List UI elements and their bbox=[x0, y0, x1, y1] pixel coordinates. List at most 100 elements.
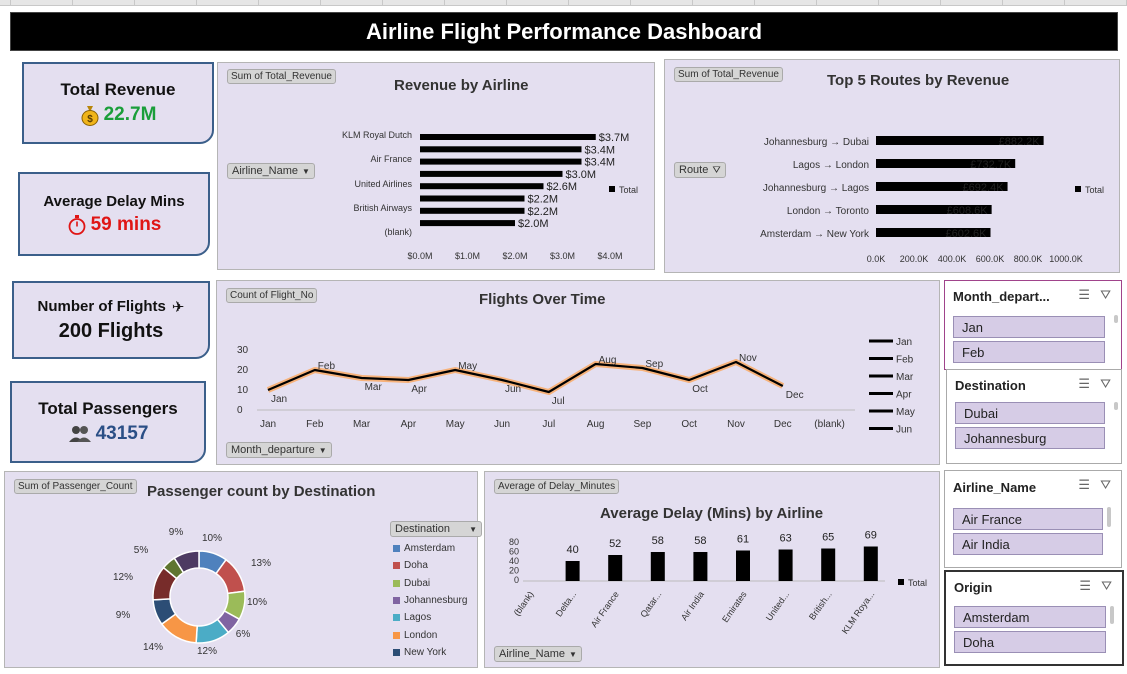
x-tick-label: $4.0M bbox=[597, 251, 622, 261]
bar bbox=[420, 158, 582, 165]
x-tick-label: Jan bbox=[260, 419, 276, 430]
dropdown-arrow-icon[interactable]: ▼ bbox=[469, 525, 477, 534]
x-tick-label: 600.0K bbox=[976, 254, 1005, 264]
slicer-item[interactable]: Johannesburg bbox=[955, 427, 1105, 449]
destination-filter-dropdown[interactable]: Destination ▼ bbox=[390, 521, 482, 537]
scrollbar[interactable] bbox=[1114, 315, 1118, 323]
donut-chart: 10% 13% 10% 6% 12% 14% 9% 12% 5% 9% bbox=[113, 527, 271, 657]
x-tick-label: Air France bbox=[589, 589, 621, 629]
revenue-by-airline-chart[interactable]: Sum of Total_Revenue Revenue by Airline … bbox=[217, 62, 655, 270]
kpi-value: 22.7M bbox=[103, 104, 157, 125]
multi-select-icon[interactable]: ☰ bbox=[1078, 376, 1090, 392]
route-bars: £882.2K Johannesburg → Dubai £732.7K Lagos … bbox=[760, 136, 1104, 264]
x-tick-label: $3.0M bbox=[550, 251, 575, 261]
y-tick-label: Air France bbox=[370, 154, 412, 164]
bar-label: 58 bbox=[694, 535, 706, 547]
slicer-origin[interactable]: Origin ☰ ⛛ Amsterdam Doha bbox=[944, 570, 1124, 666]
data-label: Jul bbox=[552, 396, 565, 407]
scrollbar[interactable] bbox=[1110, 606, 1114, 624]
data-label: Aug bbox=[599, 355, 617, 366]
slicer-destination[interactable]: Destination ☰ ⛛ Dubai Johannesburg bbox=[946, 369, 1122, 464]
bar bbox=[420, 195, 525, 202]
ruler-divider bbox=[754, 0, 755, 6]
x-tick-label: $1.0M bbox=[455, 251, 480, 261]
y-tick-label: Johannesburg → Dubai bbox=[764, 137, 869, 148]
legend-label: Jan bbox=[896, 337, 912, 348]
multi-select-icon[interactable]: ☰ bbox=[1078, 287, 1090, 303]
slicer-month[interactable]: Month_depart... ☰ ⛛ Jan Feb bbox=[944, 280, 1122, 370]
kpi-label: Number of Flights bbox=[37, 298, 166, 315]
slice-label: 10% bbox=[247, 597, 267, 608]
legend-label: Dubai bbox=[404, 577, 431, 589]
multi-select-icon[interactable]: ☰ bbox=[1078, 477, 1090, 493]
top-routes-chart[interactable]: Sum of Total_Revenue Top 5 Routes by Rev… bbox=[664, 59, 1120, 273]
y-tick-label: 30 bbox=[237, 345, 249, 356]
y-tick-label: (blank) bbox=[384, 227, 412, 237]
legend-item: Johannesburg bbox=[393, 595, 467, 606]
bar-label: £692.4K bbox=[963, 182, 1005, 194]
slicer-item[interactable]: Doha bbox=[954, 631, 1106, 653]
bar-label: £602.6K bbox=[946, 228, 988, 240]
x-tick-label: Dec bbox=[774, 419, 792, 430]
bar-label: $2.2M bbox=[528, 206, 559, 218]
bar-label: $3.4M bbox=[585, 157, 616, 169]
clear-filter-icon[interactable]: ⛛ bbox=[1100, 287, 1111, 303]
y-tick-label: 0 bbox=[514, 575, 519, 585]
y-tick-label: Lagos → London bbox=[793, 160, 869, 171]
average-delay-chart[interactable]: Average of Delay_Minutes Average Delay (… bbox=[484, 471, 940, 668]
multi-select-icon[interactable]: ☰ bbox=[1079, 578, 1091, 594]
bar-label: 69 bbox=[865, 530, 877, 542]
slicer-airline[interactable]: Airline_Name ☰ ⛛ Air France Air India bbox=[944, 470, 1122, 568]
y-tick-label: United Airlines bbox=[354, 179, 412, 189]
clear-filter-icon[interactable]: ⛛ bbox=[1100, 376, 1111, 392]
bar-label: $2.0M bbox=[518, 218, 549, 230]
scrollbar[interactable] bbox=[1107, 507, 1111, 527]
kpi-average-delay: Average Delay Mins 59 mins bbox=[18, 172, 210, 256]
slicer-header: Month_depart... bbox=[953, 289, 1050, 304]
slicer-item[interactable]: Air France bbox=[953, 508, 1103, 530]
y-tick-label: 10 bbox=[237, 385, 249, 396]
x-tick-label: Delta... bbox=[554, 589, 579, 618]
passenger-by-destination-chart[interactable]: Sum of Passenger_Count Passenger count b… bbox=[4, 471, 482, 668]
slice-label: 10% bbox=[202, 533, 222, 544]
legend-item: Dubai bbox=[393, 578, 430, 589]
scrollbar[interactable] bbox=[1114, 402, 1118, 410]
legend-item: New York bbox=[393, 647, 446, 658]
slice-label: 12% bbox=[113, 572, 133, 583]
ruler-divider bbox=[1064, 0, 1065, 6]
legend-label: Total bbox=[619, 185, 638, 195]
data-label: Jan bbox=[271, 394, 287, 405]
slicer-item[interactable]: Dubai bbox=[955, 402, 1105, 424]
slicer-item[interactable]: Feb bbox=[953, 341, 1105, 363]
data-label: Nov bbox=[739, 353, 757, 364]
legend-item: Doha bbox=[393, 560, 428, 571]
legend-label: Apr bbox=[896, 390, 912, 401]
slicer-item[interactable]: Amsterdam bbox=[954, 606, 1106, 628]
slicer-item[interactable]: Air India bbox=[953, 533, 1103, 555]
clear-filter-icon[interactable]: ⛛ bbox=[1101, 578, 1112, 594]
bar-label: £732.7K bbox=[970, 159, 1012, 171]
ruler-divider bbox=[320, 0, 321, 6]
legend-label: Total bbox=[908, 578, 927, 588]
slice-label: 14% bbox=[143, 642, 163, 653]
data-label: Dec bbox=[786, 390, 804, 401]
x-tick-label: KLM Roya... bbox=[840, 589, 877, 635]
legend-label: Jun bbox=[896, 425, 912, 436]
slicer-header: Origin bbox=[954, 580, 993, 595]
legend-item: Lagos bbox=[393, 612, 431, 623]
clear-filter-icon[interactable]: ⛛ bbox=[1100, 477, 1111, 493]
data-label: Oct bbox=[692, 384, 708, 395]
legend-label: Doha bbox=[404, 560, 428, 572]
flights-over-time-chart[interactable]: Count of Flight_No Flights Over Time Mon… bbox=[216, 280, 940, 465]
bar-label: 52 bbox=[609, 538, 621, 550]
slicer-item[interactable]: Jan bbox=[953, 316, 1105, 338]
people-icon bbox=[68, 426, 91, 442]
x-tick-label: Emirates bbox=[720, 589, 749, 624]
kpi-number-of-flights: Number of Flights ✈ 200 Flights bbox=[12, 281, 210, 359]
legend-swatch bbox=[393, 631, 400, 639]
x-tick-label: United... bbox=[764, 589, 791, 622]
bar bbox=[420, 146, 582, 153]
legend-swatch bbox=[393, 562, 400, 570]
x-tick-label: British... bbox=[807, 589, 834, 621]
legend-item: Amsterdam bbox=[393, 543, 455, 554]
